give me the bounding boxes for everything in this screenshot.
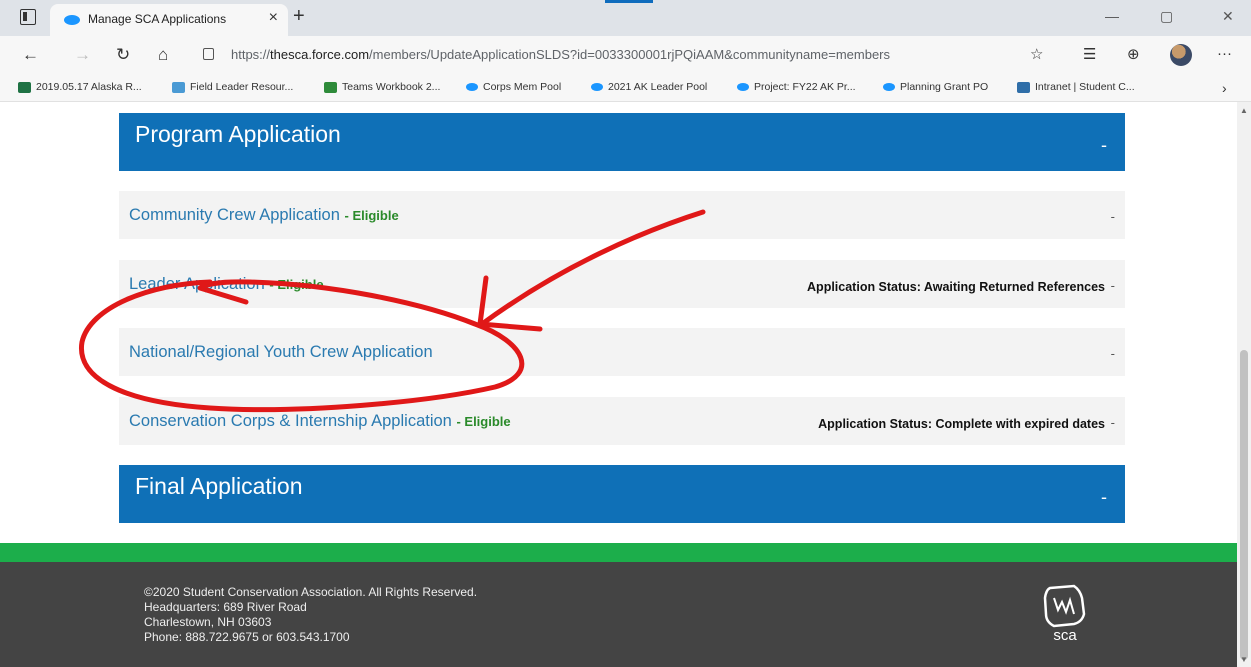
scroll-thumb[interactable]	[1240, 350, 1248, 660]
chevron-right-icon[interactable]: ›	[1222, 80, 1227, 96]
back-icon[interactable]: ←	[22, 45, 39, 65]
bookmark-item[interactable]: 2021 AK Leader Pool	[591, 81, 707, 93]
favorite-star-icon[interactable]: ☆	[1030, 45, 1043, 63]
logo-text: sca	[1053, 627, 1077, 642]
bookmark-item[interactable]: Teams Workbook 2...	[324, 81, 440, 93]
phone-text: Phone: 888.722.9675 or 603.543.1700	[144, 630, 350, 644]
drag-indicator	[605, 0, 653, 3]
bookmark-item[interactable]: Project: FY22 AK Pr...	[737, 81, 856, 93]
teams-icon	[324, 81, 337, 93]
home-icon[interactable]: ⌂	[158, 45, 168, 65]
salesforce-icon	[591, 83, 603, 91]
refresh-icon[interactable]: ↻	[116, 45, 130, 65]
salesforce-icon	[883, 83, 895, 91]
salesforce-icon	[466, 83, 478, 91]
section-title: Program Application	[135, 121, 341, 147]
collapse-toggle[interactable]: -	[1111, 278, 1115, 293]
bookmark-item[interactable]: 2019.05.17 Alaska R...	[18, 81, 142, 93]
collapse-toggle[interactable]: -	[1101, 135, 1107, 156]
application-row-national-youth-crew[interactable]: National/Regional Youth Crew Application…	[119, 328, 1125, 376]
copyright-text: ©2020 Student Conservation Association. …	[144, 585, 478, 599]
program-application-header[interactable]: Program Application -	[119, 113, 1125, 171]
browser-tab[interactable]: Manage SCA Applications ×	[50, 4, 288, 36]
collapse-toggle[interactable]: -	[1111, 346, 1115, 361]
page-scrollbar[interactable]: ▲ ▼	[1237, 102, 1251, 667]
application-row-leader[interactable]: Leader Application - Eligible Applicatio…	[119, 260, 1125, 308]
close-tab-icon[interactable]: ×	[269, 9, 278, 27]
eligibility-badge: - Eligible	[344, 208, 399, 223]
bookmark-item[interactable]: Planning Grant PO	[883, 81, 988, 93]
salesforce-icon	[737, 83, 749, 91]
site-footer: ©2020 Student Conservation Association. …	[0, 562, 1237, 667]
application-row-community-crew[interactable]: Community Crew Application - Eligible -	[119, 191, 1125, 239]
new-tab-icon[interactable]: +	[293, 5, 305, 28]
address-bar: ← → ↻ ⌂ https://thesca.force.com/members…	[0, 36, 1251, 74]
minimize-icon[interactable]: —	[1105, 8, 1119, 24]
collections-icon[interactable]: ⊕	[1127, 45, 1140, 63]
scroll-up-icon[interactable]: ▲	[1240, 106, 1248, 115]
window-close-icon[interactable]: ✕	[1222, 8, 1234, 25]
application-status: Application Status: Awaiting Returned Re…	[807, 280, 1105, 294]
collapse-toggle[interactable]: -	[1111, 415, 1115, 430]
favorites-icon[interactable]: ☰	[1083, 45, 1096, 63]
excel-icon	[18, 81, 31, 93]
sca-logo-icon[interactable]: sca	[1040, 584, 1090, 642]
bookmarks-bar: 2019.05.17 Alaska R... Field Leader Reso…	[0, 74, 1251, 102]
tab-actions-icon[interactable]	[20, 9, 36, 25]
collapse-toggle[interactable]: -	[1101, 487, 1107, 508]
bookmark-item[interactable]: Corps Mem Pool	[466, 81, 561, 93]
field-icon	[172, 81, 185, 93]
lock-icon[interactable]	[203, 48, 214, 60]
more-icon[interactable]: ···	[1217, 45, 1232, 62]
page-content: Program Application - Community Crew App…	[0, 102, 1237, 667]
eligibility-badge: - Eligible	[269, 277, 324, 292]
restore-icon[interactable]: ▢	[1160, 8, 1173, 25]
bookmark-item[interactable]: Field Leader Resour...	[172, 81, 293, 93]
tab-title: Manage SCA Applications	[88, 12, 227, 26]
bookmark-item[interactable]: Intranet | Student C...	[1017, 81, 1135, 93]
url-field[interactable]: https://thesca.force.com/members/UpdateA…	[231, 47, 890, 62]
scroll-down-icon[interactable]: ▼	[1240, 655, 1248, 664]
application-link[interactable]: National/Regional Youth Crew Application	[129, 343, 433, 362]
salesforce-icon	[64, 15, 80, 25]
forward-icon[interactable]: →	[74, 45, 91, 65]
application-link[interactable]: Conservation Corps & Internship Applicat…	[129, 412, 511, 431]
footer-accent-bar	[0, 543, 1237, 562]
application-link[interactable]: Leader Application - Eligible	[129, 275, 324, 294]
collapse-toggle[interactable]: -	[1111, 209, 1115, 224]
intranet-icon	[1017, 81, 1030, 93]
final-application-header[interactable]: Final Application -	[119, 465, 1125, 523]
application-status: Application Status: Complete with expire…	[818, 417, 1105, 431]
profile-avatar[interactable]	[1170, 44, 1192, 66]
section-title: Final Application	[135, 473, 303, 499]
address-line: Charlestown, NH 03603	[144, 615, 272, 629]
eligibility-badge: - Eligible	[456, 414, 511, 429]
browser-tab-bar: Manage SCA Applications × + — ▢ ✕	[0, 0, 1251, 36]
application-link[interactable]: Community Crew Application - Eligible	[129, 206, 399, 225]
address-line: Headquarters: 689 River Road	[144, 600, 307, 614]
application-row-conservation-corps[interactable]: Conservation Corps & Internship Applicat…	[119, 397, 1125, 445]
